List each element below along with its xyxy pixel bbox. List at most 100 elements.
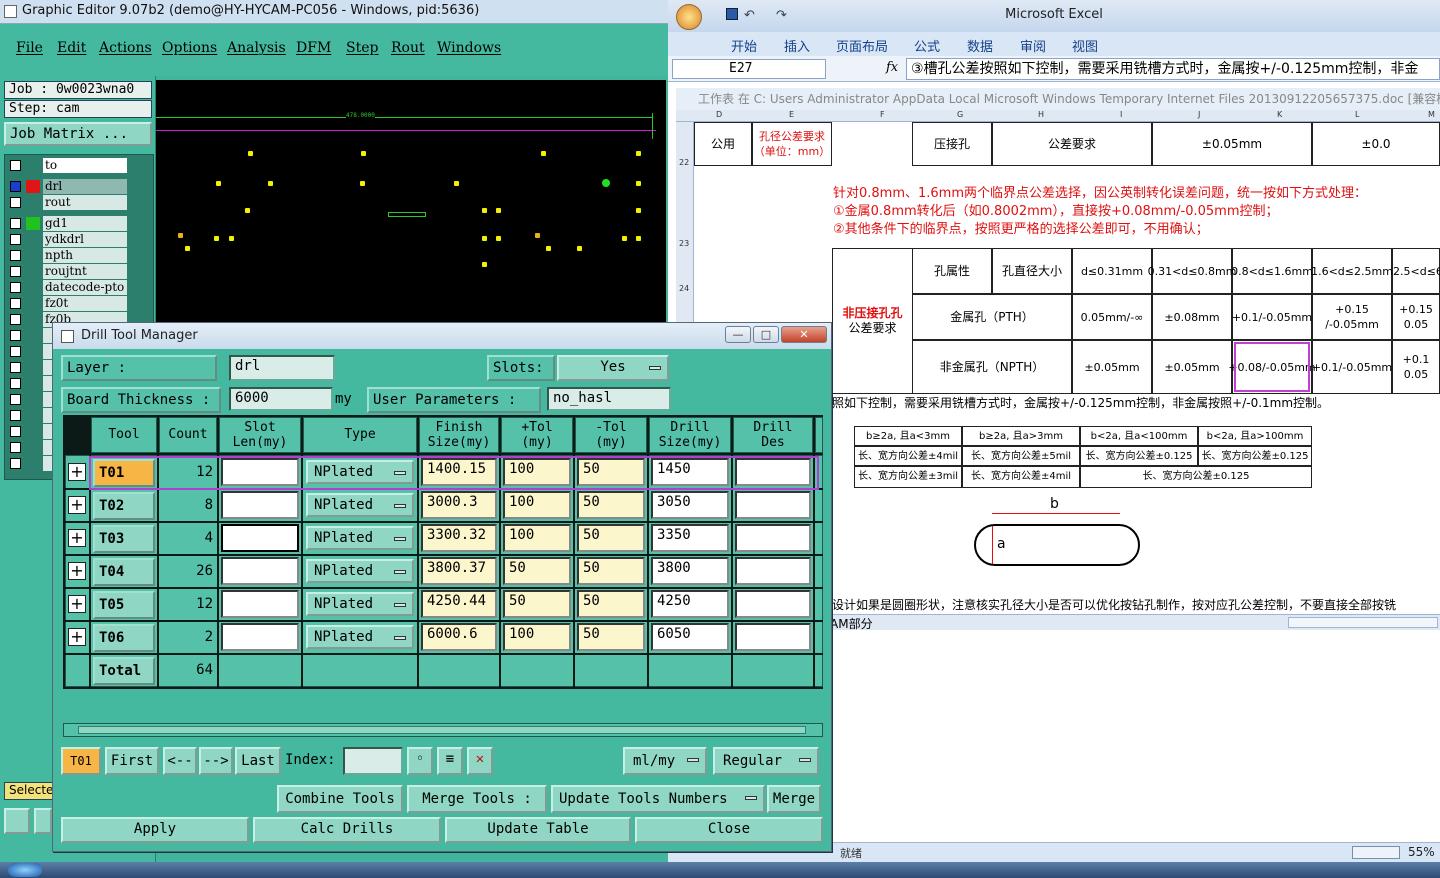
tool-cell[interactable]: T04: [93, 558, 155, 586]
bulb-icon[interactable]: ◦: [407, 747, 433, 775]
layer-checkbox[interactable]: [10, 234, 21, 245]
undo-icon[interactable]: ↶: [744, 1, 755, 31]
expand-icon[interactable]: +: [68, 529, 86, 547]
redo-icon[interactable]: ↷: [776, 1, 787, 31]
expand-icon[interactable]: +: [68, 496, 86, 514]
tool-cell[interactable]: T02: [93, 492, 155, 520]
layer-row[interactable]: gd1: [7, 216, 153, 231]
layer-row[interactable]: npth: [7, 248, 153, 263]
office-button-icon[interactable]: [676, 4, 702, 30]
dialog-titlebar[interactable]: Drill Tool Manager — □ ✕: [53, 323, 831, 349]
first-button[interactable]: First: [105, 747, 159, 775]
last-button[interactable]: Last: [235, 747, 281, 775]
layer-checkbox[interactable]: [10, 458, 21, 469]
cell-tolerance-req[interactable]: 公差要求: [992, 122, 1152, 166]
pth-cell[interactable]: ±0.08mm: [1152, 294, 1232, 340]
menu-options[interactable]: Options: [162, 40, 217, 56]
tab-review[interactable]: 审阅: [1020, 36, 1046, 55]
finish-size-input[interactable]: 4250.44: [421, 590, 497, 618]
board-thickness-input[interactable]: 6000: [229, 387, 333, 411]
layer-checkbox[interactable]: [10, 426, 21, 437]
menu-dfm[interactable]: DFM: [296, 40, 331, 56]
formula-input[interactable]: ③槽孔公差按照如下控制，需要采用铣槽方式时，金属按+/-0.125mm控制，非金: [906, 58, 1440, 80]
expand-icon[interactable]: +: [68, 628, 86, 646]
excel-titlebar[interactable]: ↶ ↷ Microsoft Excel: [668, 0, 1440, 32]
update-tools-numbers-dropdown[interactable]: Update Tools Numbers: [551, 785, 765, 813]
menu-step[interactable]: Step: [346, 40, 378, 56]
layer-checkbox[interactable]: [10, 250, 21, 261]
type-dropdown[interactable]: NPlated: [306, 526, 414, 550]
cell-common[interactable]: 公用: [694, 122, 752, 166]
tab-formulas[interactable]: 公式: [914, 36, 940, 55]
menu-rout[interactable]: Rout: [391, 40, 425, 56]
tab-page-layout[interactable]: 页面布局: [836, 36, 888, 55]
npth-cell[interactable]: 非金属孔（NPTH）: [912, 340, 1072, 394]
layer-checkbox[interactable]: [10, 394, 21, 405]
drill-des-input[interactable]: [735, 623, 811, 651]
tab-home[interactable]: 开始: [731, 36, 757, 55]
layer-row[interactable]: fz0t: [7, 296, 153, 311]
cell-hole-requirement[interactable]: 孔径公差要求（单位：mm）: [752, 122, 832, 166]
layer-row[interactable]: drl: [7, 179, 153, 194]
cell-value[interactable]: ±0.0: [1312, 122, 1440, 166]
plus-tol-input[interactable]: 50: [503, 557, 571, 585]
drill-des-input[interactable]: [735, 590, 811, 618]
delete-icon[interactable]: ✕: [467, 747, 493, 775]
expand-icon[interactable]: +: [68, 562, 86, 580]
close-button[interactable]: Close: [635, 817, 823, 843]
plus-tol-input[interactable]: 100: [503, 623, 571, 651]
minimize-icon[interactable]: —: [725, 326, 751, 343]
drill-size-input[interactable]: 6050: [651, 623, 729, 651]
layer-checkbox[interactable]: [10, 314, 21, 325]
index-input[interactable]: [343, 747, 403, 775]
type-dropdown[interactable]: NPlated: [306, 559, 414, 583]
graphic-editor-titlebar[interactable]: Graphic Editor 9.07b2 (demo@HY-HYCAM-PC0…: [0, 0, 668, 24]
maximize-icon[interactable]: □: [753, 326, 779, 343]
prev-button[interactable]: <--: [163, 747, 197, 775]
header-cell[interactable]: d≤0.31mm: [1072, 248, 1152, 294]
type-dropdown[interactable]: NPlated: [306, 592, 414, 616]
save-icon[interactable]: [726, 8, 738, 20]
cell-press-fit[interactable]: 压接孔: [912, 122, 992, 166]
menu-analysis[interactable]: Analysis: [227, 40, 286, 56]
close-icon[interactable]: ✕: [781, 326, 827, 343]
slot-len-input[interactable]: [221, 590, 299, 618]
view-buttons[interactable]: [1352, 846, 1400, 859]
apply-button[interactable]: Apply: [61, 817, 249, 843]
table-scrollbar[interactable]: [63, 723, 823, 737]
tool-cell[interactable]: T03: [93, 525, 155, 553]
minus-tol-input[interactable]: 50: [577, 524, 645, 552]
scrollbar-thumb[interactable]: [78, 726, 806, 734]
cell-value[interactable]: ±0.05mm: [1152, 122, 1312, 166]
pth-cell[interactable]: 0.05mm/-∞: [1072, 294, 1152, 340]
layer-row[interactable]: rout: [7, 195, 153, 210]
finish-size-input[interactable]: 3300.32: [421, 524, 497, 552]
slot-len-input[interactable]: [221, 623, 299, 651]
tab-view[interactable]: 视图: [1072, 36, 1098, 55]
slot-len-input[interactable]: [221, 491, 299, 519]
plus-tol-input[interactable]: 100: [503, 524, 571, 552]
horizontal-scrollbar[interactable]: [1288, 617, 1438, 628]
npth-cell-highlighted[interactable]: +0.08/-0.05mm: [1228, 340, 1316, 394]
layer-row[interactable]: roujtnt: [7, 264, 153, 279]
start-button-icon[interactable]: [8, 863, 42, 877]
npth-cell[interactable]: +0.1/-0.05mm: [1312, 340, 1392, 394]
merge-button[interactable]: Merge: [767, 785, 821, 813]
tab-data[interactable]: 数据: [967, 36, 993, 55]
layer-input[interactable]: drl: [229, 355, 335, 381]
plus-tol-input[interactable]: 50: [503, 590, 571, 618]
slot-len-input[interactable]: [221, 524, 299, 552]
cell-non-press-title[interactable]: 非压接孔孔 公差要求: [832, 248, 912, 394]
menu-windows[interactable]: Windows: [437, 40, 501, 56]
minus-tol-input[interactable]: 50: [577, 623, 645, 651]
sheet-tab[interactable]: AM部分: [830, 615, 873, 632]
units-dropdown[interactable]: ml/my: [623, 747, 707, 775]
tool-cell[interactable]: T06: [93, 624, 155, 652]
layer-checkbox[interactable]: [10, 282, 21, 293]
tool-cell[interactable]: T05: [93, 591, 155, 619]
layer-checkbox[interactable]: [10, 362, 21, 373]
layer-checkbox[interactable]: [10, 410, 21, 421]
layer-checkbox[interactable]: [10, 330, 21, 341]
pth-cell[interactable]: +0.15 /-0.05mm: [1312, 294, 1392, 340]
job-matrix-button[interactable]: Job Matrix ...: [4, 122, 152, 146]
